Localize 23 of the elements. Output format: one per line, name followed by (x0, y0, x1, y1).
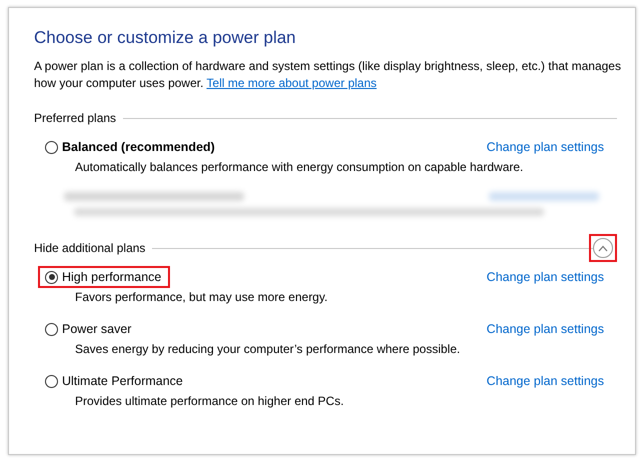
change-plan-link[interactable]: Change plan settings (486, 322, 604, 336)
radio-button[interactable] (45, 140, 58, 154)
page-title: Choose or customize a power plan (34, 28, 297, 48)
collapse-button[interactable] (593, 238, 613, 258)
radio-button[interactable] (45, 322, 58, 336)
plan-description: Provides ultimate performance on higher end PCs. (75, 394, 345, 408)
change-plan-link[interactable]: Change plan settings (486, 140, 604, 154)
plan-radio-option[interactable]: Balanced (recommended) (45, 140, 215, 154)
plan-radio-option[interactable]: Ultimate Performance (45, 374, 183, 388)
caret-icon (598, 244, 608, 252)
section-heading: Hide additional plans (34, 241, 146, 255)
section-heading: Preferred plans (34, 111, 116, 125)
plan-description: Saves energy by reducing your computer’s performance where possible. (75, 342, 462, 356)
plan-description: Automatically balances performance with energy consumption on capable hardware. (75, 160, 524, 174)
plan-description: Favors performance, but may use more energy. (75, 290, 329, 304)
description-text: A power plan is a collection of hardware and system settings (like display brightness, sleep, etc.) that manages how your computer uses power. Tell me more about power plans (34, 58, 622, 92)
plan-radio-option[interactable]: Power saver (45, 322, 132, 336)
change-plan-link[interactable]: Change plan settings (486, 270, 604, 284)
change-plan-link[interactable]: Change plan settings (486, 374, 604, 388)
help-link[interactable]: Tell me more about power plans (206, 76, 377, 90)
radio-button[interactable] (45, 270, 58, 284)
radio-button[interactable] (45, 374, 58, 388)
plan-radio-option[interactable]: High performance (45, 270, 162, 284)
